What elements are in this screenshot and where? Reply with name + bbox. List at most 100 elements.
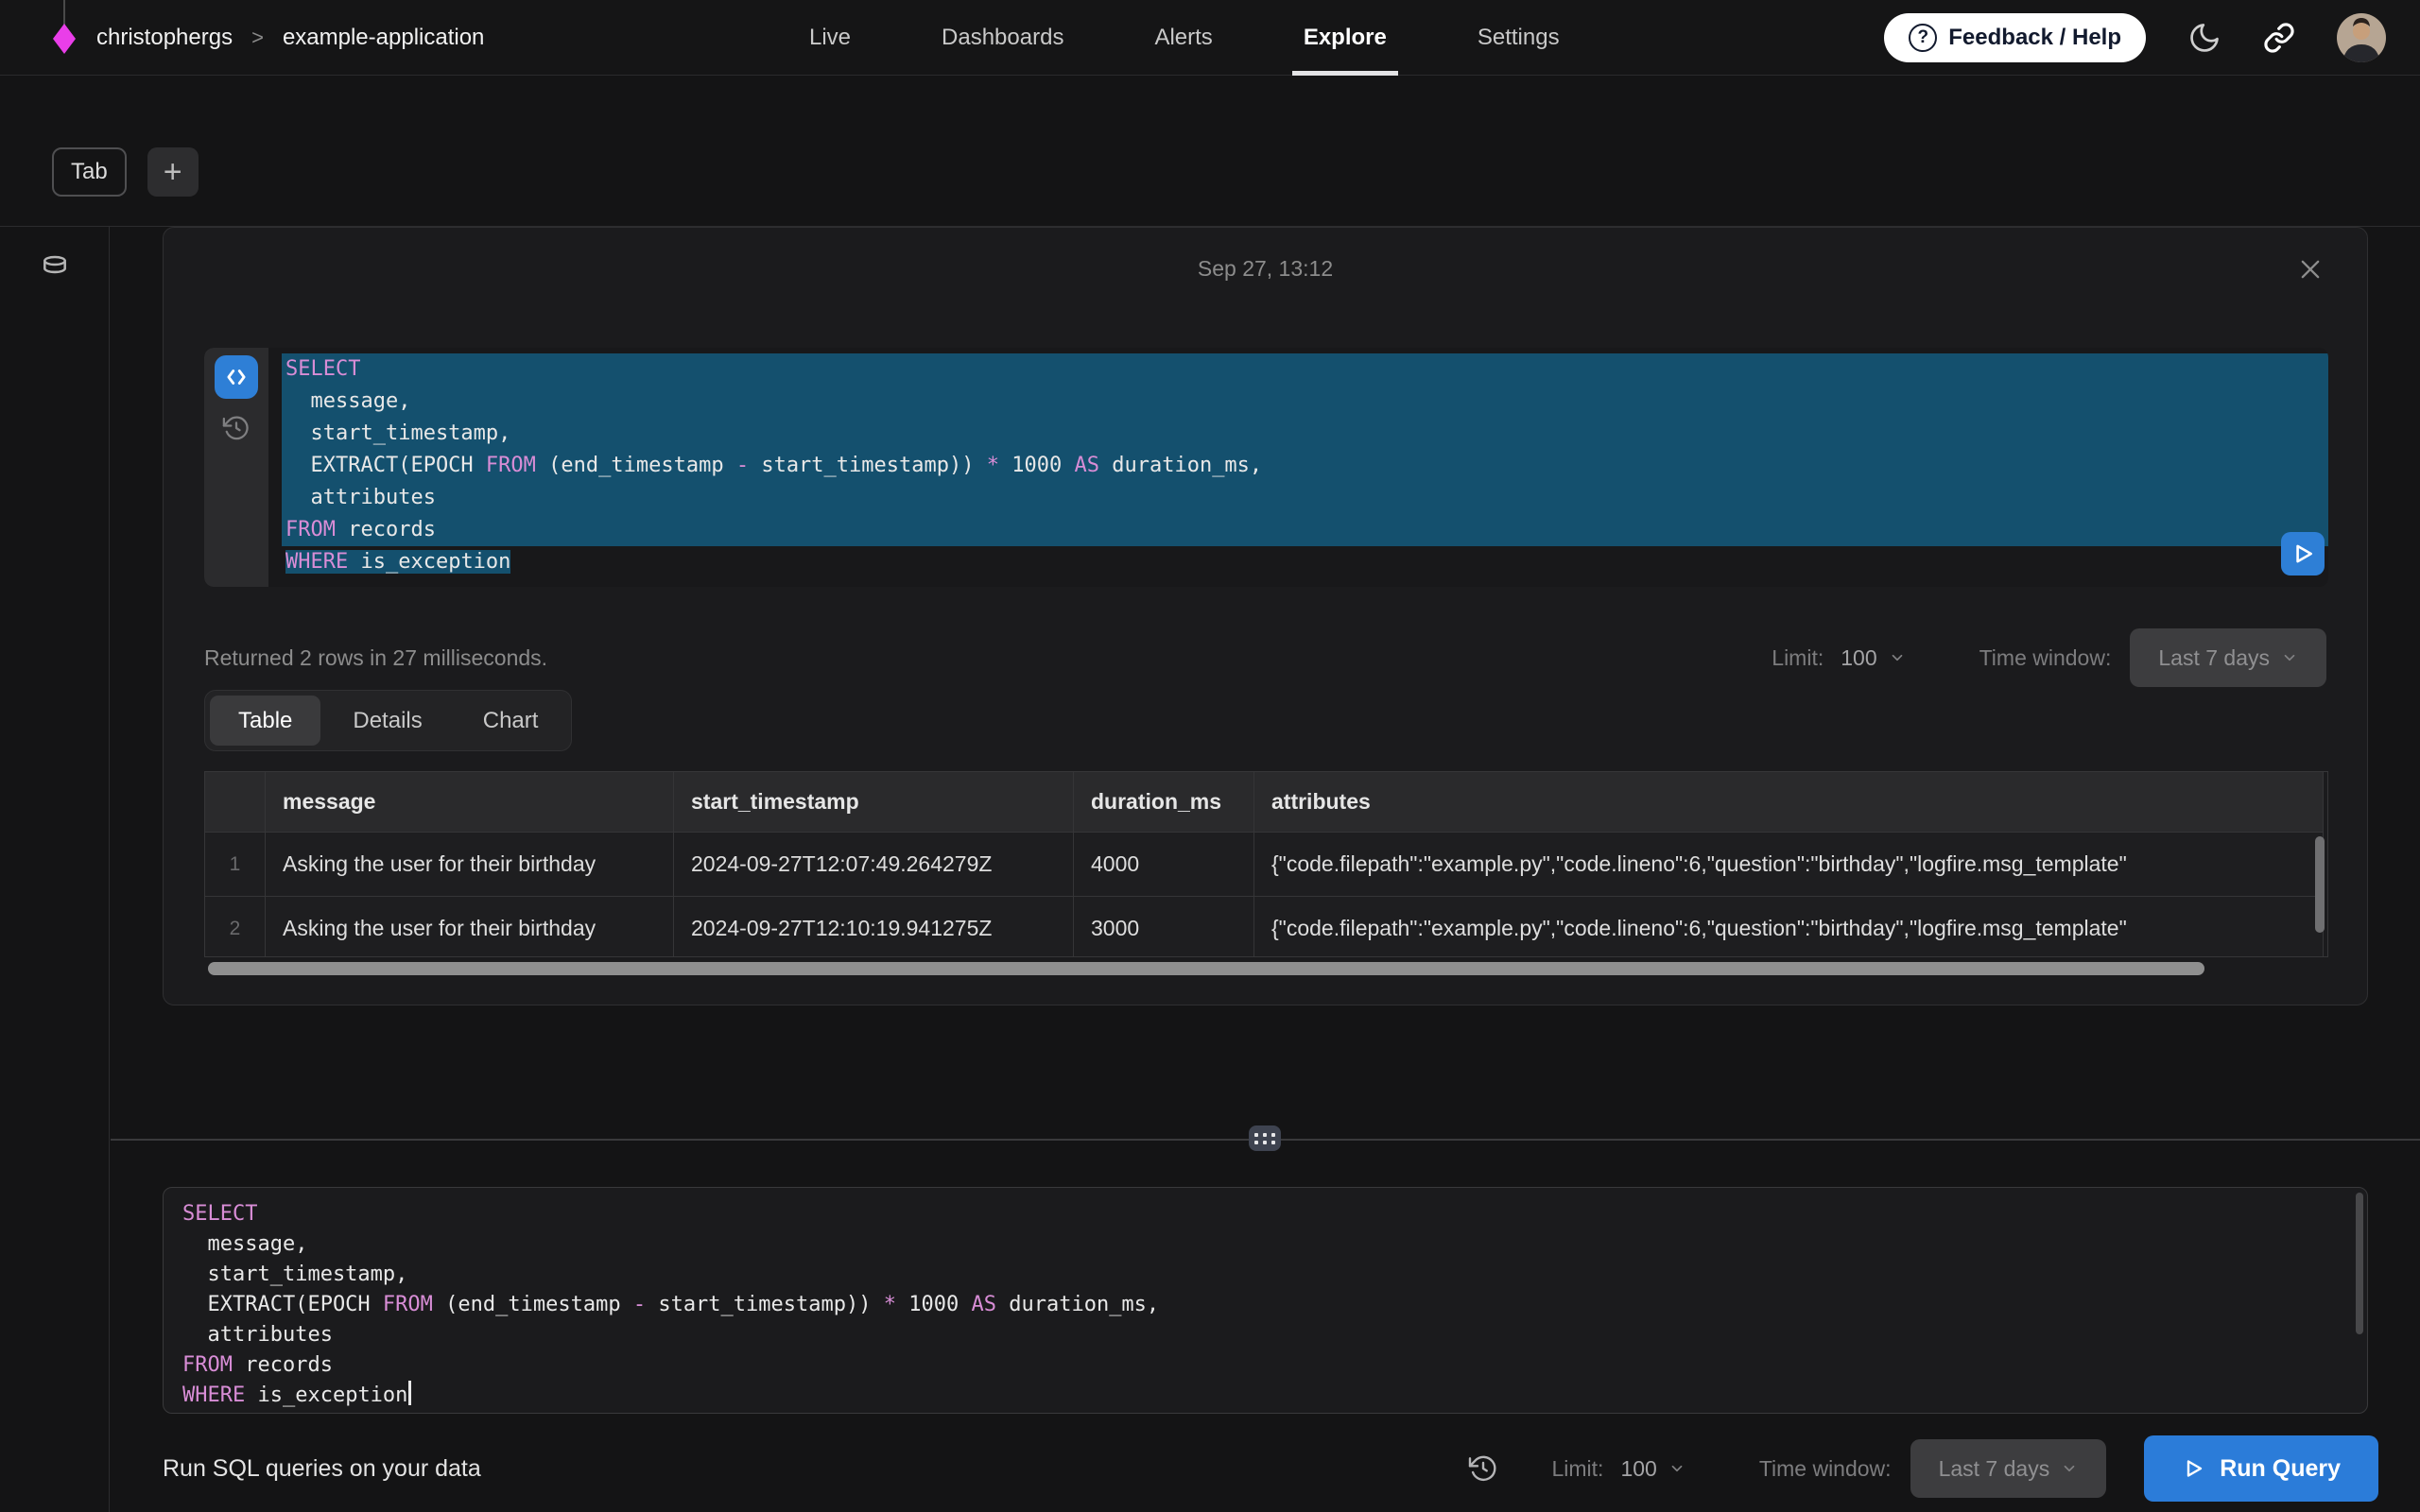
table-cell: 2 — [205, 897, 266, 957]
sql-editor-input[interactable]: SELECT message, start_timestamp, EXTRACT… — [163, 1187, 2368, 1414]
result-status-text: Returned 2 rows in 27 milliseconds. — [204, 645, 547, 671]
nav-item-alerts[interactable]: Alerts — [1154, 0, 1212, 76]
resize-grip[interactable] — [1249, 1125, 1281, 1151]
breadcrumb-org[interactable]: christophergs — [96, 25, 233, 51]
table-cell: Asking the user for their birthday — [266, 897, 674, 957]
table-header-cell: duration_ms — [1074, 772, 1254, 833]
table-cell: 1 — [205, 833, 266, 897]
logfire-logo-icon[interactable] — [51, 24, 78, 54]
results-table: messagestart_timestampduration_msattribu… — [204, 771, 2328, 957]
limit-select[interactable]: 100 — [1841, 645, 1905, 671]
run-query-label: Run Query — [2220, 1455, 2341, 1483]
feedback-help-label: Feedback / Help — [1948, 25, 2121, 51]
sql-line: start_timestamp, — [179, 1260, 2367, 1290]
limit-label: Limit: — [1772, 645, 1824, 671]
limit-select[interactable]: 100 — [1620, 1456, 1685, 1482]
sql-editor-readonly: SELECT message, start_timestamp, EXTRACT… — [204, 348, 2328, 587]
left-sidebar — [0, 227, 110, 1512]
nav-item-explore[interactable]: Explore — [1304, 0, 1387, 76]
chevron-down-icon — [1889, 649, 1906, 666]
breadcrumb-separator: > — [251, 26, 264, 50]
nav-item-settings[interactable]: Settings — [1478, 0, 1560, 76]
help-circle-icon: ? — [1909, 24, 1937, 52]
nav-right-group: ? Feedback / Help — [1884, 0, 2386, 76]
sql-line: attributes — [282, 482, 2328, 514]
sql-line: EXTRACT(EPOCH FROM (end_timestamp - star… — [179, 1290, 2367, 1320]
sql-line: WHERE is_exception — [179, 1381, 2367, 1411]
time-window-label: Time window: — [1759, 1456, 1892, 1482]
table-row[interactable]: 2Asking the user for their birthday2024-… — [205, 897, 2327, 957]
run-query-play-icon[interactable] — [2281, 532, 2325, 576]
view-tab-chart[interactable]: Chart — [455, 696, 567, 746]
time-window-select[interactable]: Last 7 days — [2130, 628, 2326, 687]
dark-mode-moon-icon[interactable] — [2187, 21, 2221, 55]
sql-line: start_timestamp, — [282, 418, 2328, 450]
sql-line: WHERE is_exception — [282, 546, 2328, 578]
table-header-cell — [205, 772, 266, 833]
table-horizontal-scrollbar — [204, 961, 2328, 976]
time-window-value: Last 7 days — [2158, 645, 2270, 671]
editor-vertical-scrollbar[interactable] — [2356, 1193, 2363, 1334]
main-nav: Live Dashboards Alerts Explore Settings — [809, 0, 1560, 76]
limit-value: 100 — [1841, 645, 1876, 671]
result-status-row: Returned 2 rows in 27 milliseconds. Limi… — [204, 625, 2326, 691]
play-icon — [2182, 1457, 2204, 1480]
table-cell: {"code.filepath":"example.py","code.line… — [1254, 833, 2324, 897]
limit-value: 100 — [1620, 1456, 1656, 1482]
time-window-label: Time window: — [1979, 645, 2112, 671]
time-window-select[interactable]: Last 7 days — [1910, 1439, 2107, 1498]
editor-gutter — [204, 348, 268, 587]
run-query-button[interactable]: Run Query — [2144, 1435, 2378, 1502]
sql-line: SELECT — [179, 1199, 2367, 1229]
view-tab-table[interactable]: Table — [210, 696, 320, 746]
table-cell: 2024-09-27T12:10:19.941275Z — [674, 897, 1074, 957]
editor-hint-text: Run SQL queries on your data — [163, 1455, 481, 1483]
table-cell: 4000 — [1074, 833, 1254, 897]
sql-line: attributes — [179, 1320, 2367, 1350]
limit-label: Limit: — [1551, 1456, 1603, 1482]
horizontal-scroll-thumb[interactable] — [208, 962, 2204, 975]
table-vertical-scrollbar[interactable] — [2315, 836, 2325, 933]
add-tab-button[interactable]: + — [147, 147, 199, 197]
sql-code-selected[interactable]: SELECT message, start_timestamp, EXTRACT… — [268, 348, 2328, 587]
history-icon[interactable] — [222, 414, 251, 442]
explore-page: christophergs > example-application Live… — [0, 0, 2420, 1512]
query-history-icon[interactable] — [1468, 1453, 1498, 1484]
sql-line: message, — [179, 1229, 2367, 1260]
query-action-bar: Run SQL queries on your data Limit: 100 … — [163, 1429, 2378, 1508]
table-row[interactable]: 1Asking the user for their birthday2024-… — [205, 833, 2327, 897]
nav-item-live[interactable]: Live — [809, 0, 851, 76]
tab-chip[interactable]: Tab — [52, 147, 127, 197]
logo-stem — [63, 0, 65, 25]
text-cursor — [408, 1381, 411, 1405]
close-icon[interactable] — [2295, 254, 2325, 284]
feedback-help-button[interactable]: ? Feedback / Help — [1884, 13, 2146, 62]
code-brackets-icon[interactable] — [215, 355, 258, 399]
database-schema-icon[interactable] — [38, 251, 72, 285]
sql-line: FROM records — [179, 1350, 2367, 1381]
table-body: 1Asking the user for their birthday2024-… — [205, 833, 2327, 957]
nav-item-dashboards[interactable]: Dashboards — [942, 0, 1063, 76]
sql-line: EXTRACT(EPOCH FROM (end_timestamp - star… — [282, 450, 2328, 482]
breadcrumb: christophergs > example-application — [96, 0, 484, 76]
table-header-cell: attributes — [1254, 772, 2324, 833]
result-view-switcher: Table Details Chart — [204, 690, 572, 751]
chevron-down-icon — [2061, 1460, 2078, 1477]
share-link-icon[interactable] — [2263, 22, 2295, 54]
result-controls: Limit: 100 Time window: Last 7 days — [1772, 628, 2326, 687]
breadcrumb-project[interactable]: example-application — [283, 25, 484, 51]
table-header-row: messagestart_timestampduration_msattribu… — [205, 772, 2327, 833]
table-cell: 2024-09-27T12:07:49.264279Z — [674, 833, 1074, 897]
user-avatar[interactable] — [2337, 13, 2386, 62]
chevron-down-icon — [2281, 649, 2298, 666]
view-tab-details[interactable]: Details — [324, 696, 450, 746]
query-timestamp: Sep 27, 13:12 — [164, 256, 2367, 282]
table-cell: {"code.filepath":"example.py","code.line… — [1254, 897, 2324, 957]
table-header-cell: message — [266, 772, 674, 833]
query-result-card: Sep 27, 13:12 SELECT message, start_time… — [163, 227, 2368, 1005]
sql-line: SELECT — [282, 353, 2328, 386]
query-tabs-bar: Tab + — [52, 147, 199, 197]
sql-line: message, — [282, 386, 2328, 418]
table-cell: Asking the user for their birthday — [266, 833, 674, 897]
time-window-value: Last 7 days — [1939, 1456, 2050, 1482]
